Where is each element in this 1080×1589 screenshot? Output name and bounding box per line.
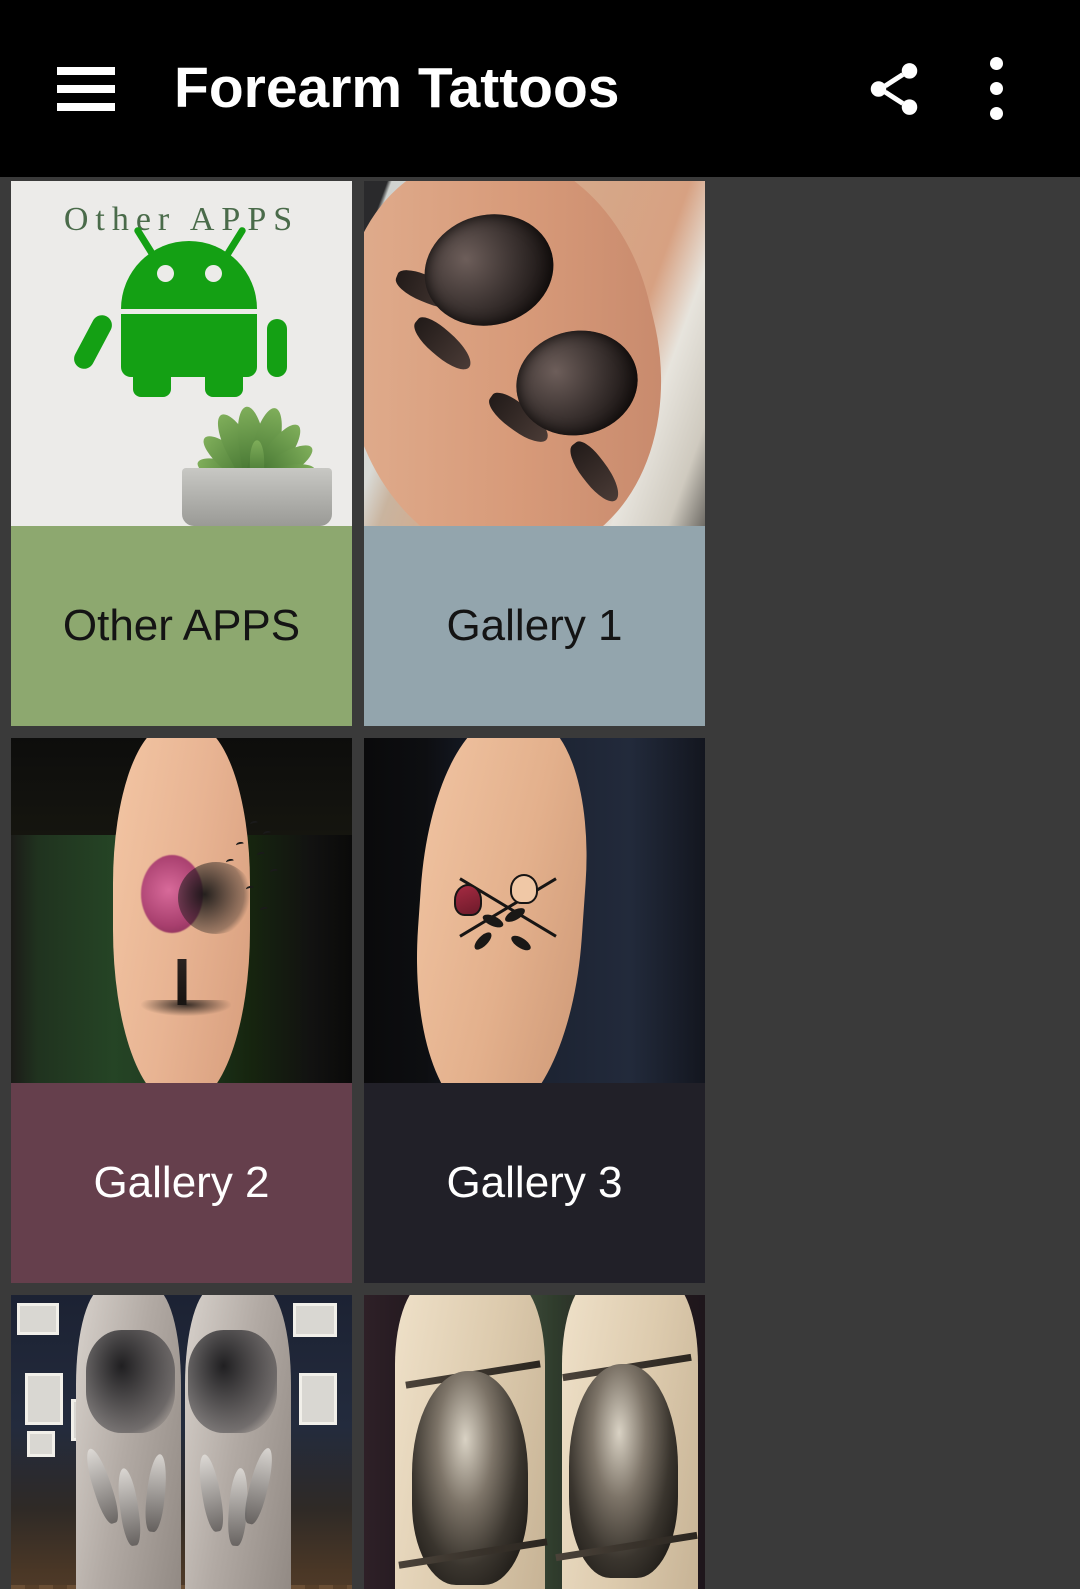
menu-bar-2	[57, 84, 115, 93]
grid-tile-gallery-5[interactable]: Gallery 5	[364, 1295, 705, 1589]
tile-label-gallery-2: Gallery 2	[11, 1083, 352, 1283]
dot-2	[989, 82, 1003, 95]
hamburger-menu-icon[interactable]	[57, 66, 115, 111]
owl-forearm-photo	[364, 1295, 705, 1589]
tile-label-gallery-1: Gallery 1	[364, 526, 705, 726]
menu-bar-1	[57, 66, 115, 75]
more-vert-icon[interactable]	[948, 41, 1044, 137]
tree-birds-forearm-photo	[11, 738, 352, 1083]
succulent-leaves	[162, 372, 352, 493]
roses-forearm-photo	[364, 181, 705, 526]
thumbnail-gallery-3	[364, 738, 705, 1083]
share-icon[interactable]	[846, 41, 942, 137]
page-title: Forearm Tattoos	[174, 56, 620, 120]
succulent-pot	[182, 468, 332, 526]
thumbnail-gallery-5	[364, 1295, 705, 1589]
thumbnail-other-apps: Other APPS	[11, 181, 352, 526]
grid-tile-other-apps[interactable]: Other APPS Other APPS	[11, 181, 352, 726]
menu-bar-3	[57, 102, 115, 111]
thumbnail-gallery-2	[11, 738, 352, 1083]
grid-tile-gallery-3[interactable]: Gallery 3	[364, 738, 705, 1283]
app-bar-actions	[846, 0, 1080, 177]
app-bar: Forearm Tattoos	[0, 0, 1080, 177]
grid-tile-gallery-2[interactable]: Gallery 2	[11, 738, 352, 1283]
dot-3	[989, 107, 1003, 120]
app-root: Forearm Tattoos Other APPS Other APPS Ga…	[0, 0, 1080, 1589]
grid-tile-gallery-1[interactable]: Gallery 1	[364, 181, 705, 726]
raven-feathers-sleeve-photo	[11, 1295, 352, 1589]
overflow-dots	[948, 41, 1044, 137]
thumbnail-gallery-4	[11, 1295, 352, 1589]
thumbnail-gallery-1	[364, 181, 705, 526]
share-glyph	[870, 62, 918, 115]
grid-tile-gallery-4[interactable]: Gallery 4	[11, 1295, 352, 1589]
tile-label-gallery-3: Gallery 3	[364, 1083, 705, 1283]
crossed-roses-forearm-photo	[364, 738, 705, 1083]
gallery-grid: Other APPS Other APPS Gallery 1 Gallery …	[0, 177, 1080, 1589]
thumbnail-caption-other-apps: Other APPS	[63, 201, 300, 238]
dot-1	[989, 57, 1003, 70]
tile-label-other-apps: Other APPS	[11, 526, 352, 726]
succulent-plant-photo	[152, 366, 352, 526]
